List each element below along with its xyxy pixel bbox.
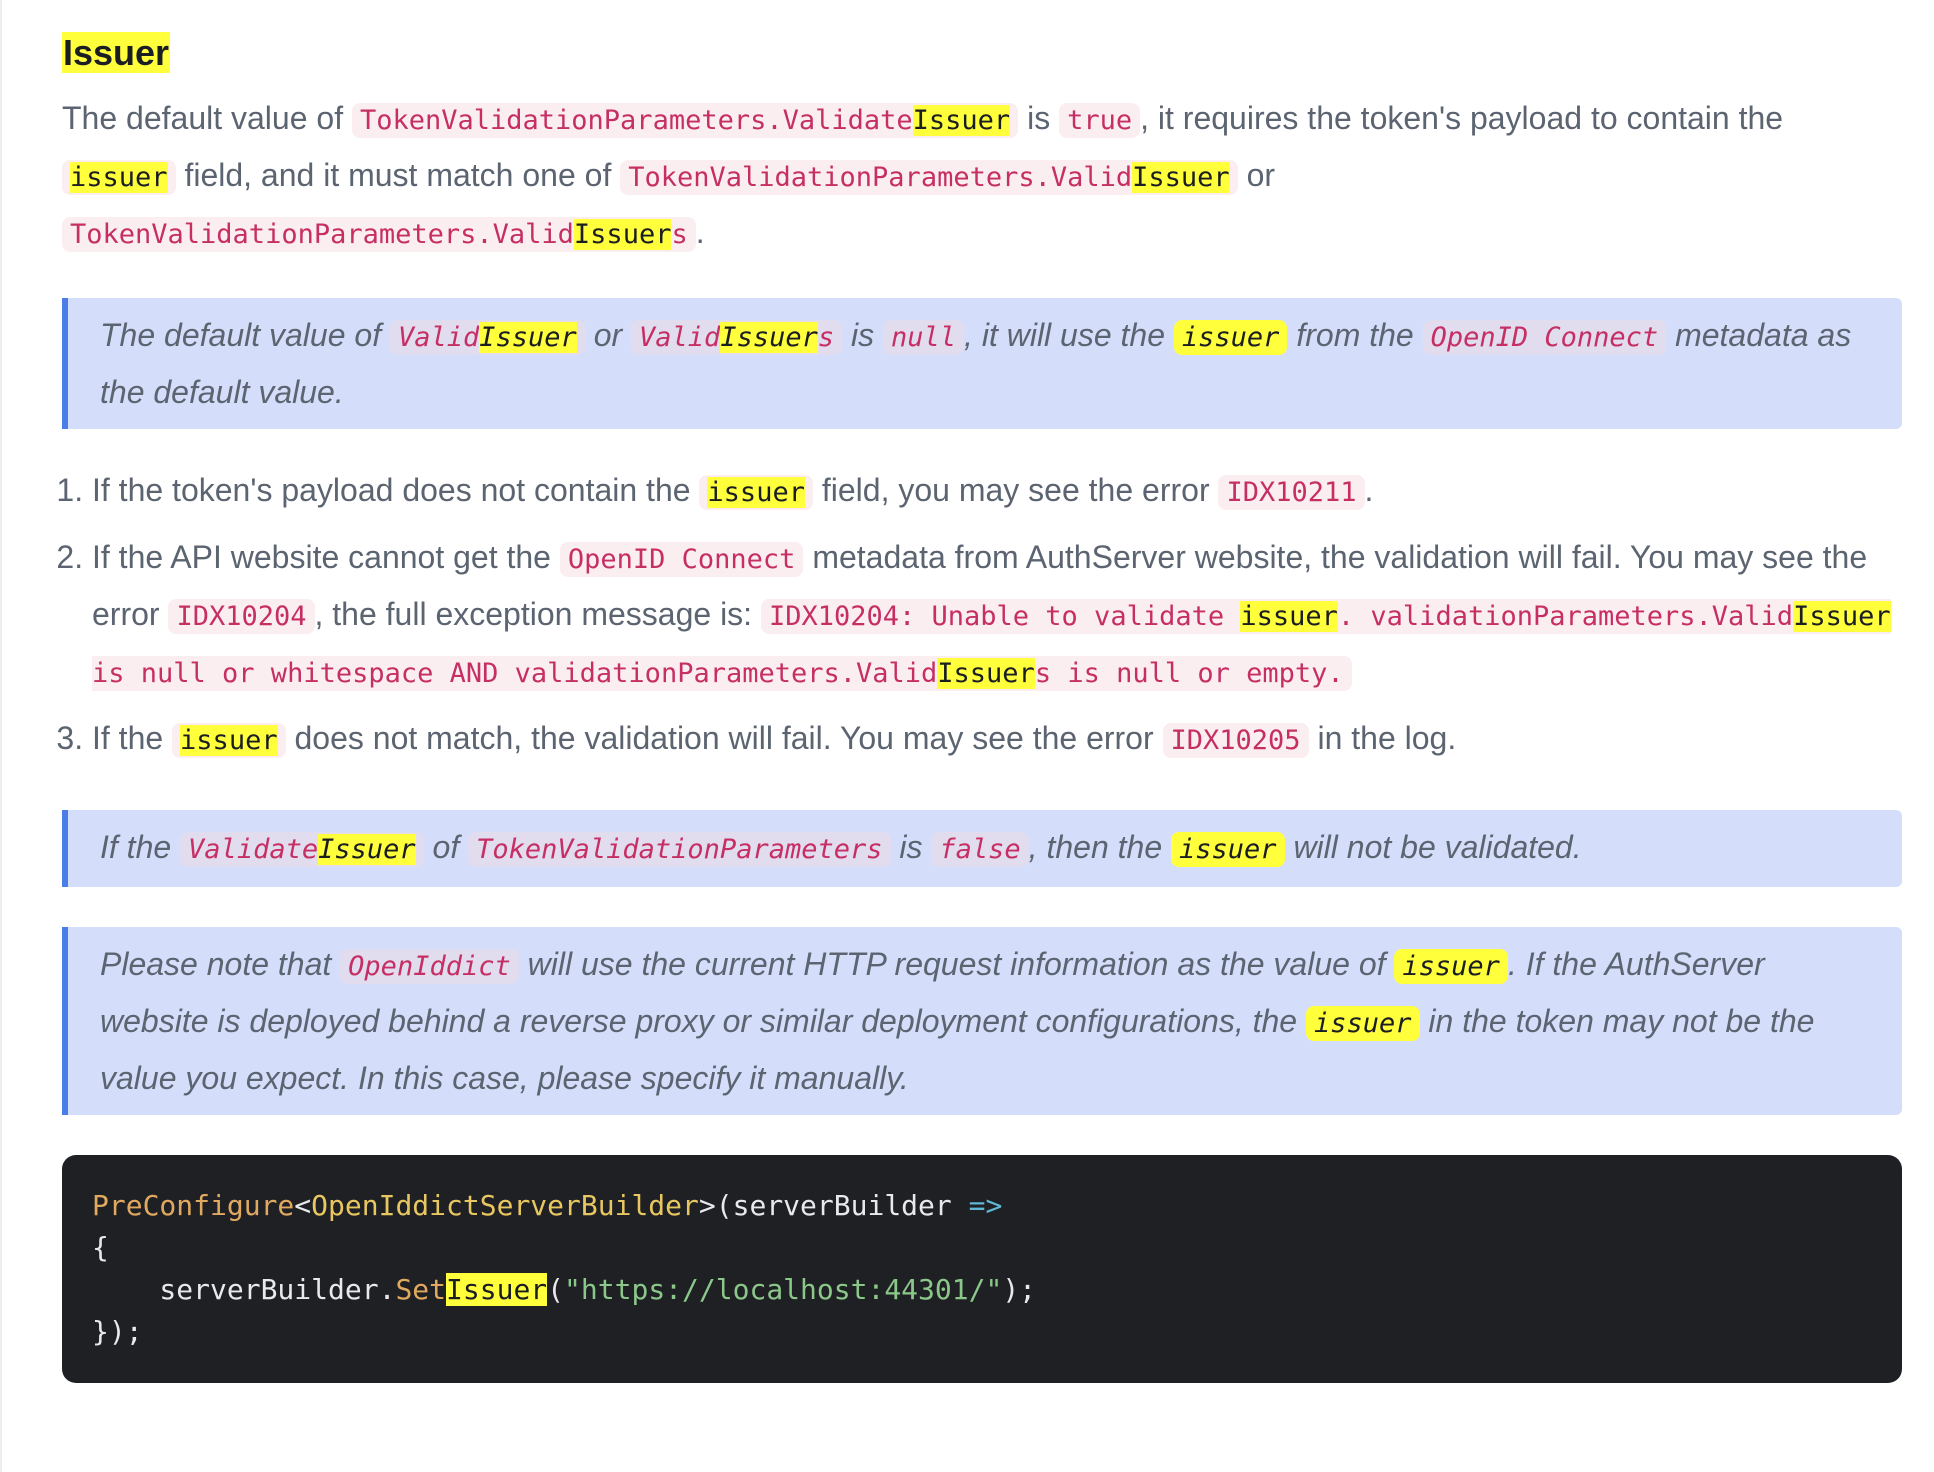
inline-code: ValidIssuers xyxy=(631,320,843,355)
inline-code: issuer xyxy=(1394,949,1508,984)
inline-code: issuer xyxy=(1171,832,1285,867)
search-highlight: Issuer xyxy=(720,322,818,353)
text: or xyxy=(1237,157,1276,193)
search-highlight: Issuer xyxy=(318,834,416,865)
search-highlight: Issuer xyxy=(573,219,672,250)
error-steps-list: If the token's payload does not contain … xyxy=(62,463,1902,768)
inline-code: IDX10211 xyxy=(1218,475,1365,510)
search-highlight: Issuer xyxy=(446,1273,548,1306)
text: . xyxy=(695,214,705,250)
list-item: If the API website cannot get the OpenID… xyxy=(92,530,1902,701)
code-block-csharp[interactable]: PreConfigure<OpenIddictServerBuilder>(se… xyxy=(62,1155,1902,1383)
search-highlight: Issuer xyxy=(479,322,577,353)
code-token: PreConfigure xyxy=(92,1189,295,1222)
search-highlight: Issuer xyxy=(1132,162,1230,193)
search-highlight: Issuer xyxy=(1793,601,1891,632)
inline-code: issuer xyxy=(1305,1006,1420,1041)
list-item: If the token's payload does not contain … xyxy=(92,463,1902,520)
code-token: Set xyxy=(395,1273,447,1306)
left-border xyxy=(0,0,2,1472)
inline-code: TokenValidationParameters.ValidIssuers xyxy=(62,217,696,252)
inline-code: false xyxy=(931,832,1029,867)
search-highlight: Issuer xyxy=(912,105,1011,136)
inline-code: TokenValidationParameters.ValidIssuer xyxy=(620,160,1238,195)
inline-code: issuer xyxy=(62,160,176,195)
inline-code: ValidateIssuer xyxy=(180,832,424,867)
note-callout-validate-issuer-false: If the ValidateIssuer of TokenValidation… xyxy=(62,810,1902,887)
text: The default value of xyxy=(62,100,352,136)
list-item: If the issuer does not match, the valida… xyxy=(92,711,1902,768)
search-highlight: Issuer xyxy=(937,658,1035,689)
text: , it requires the token's payload to con… xyxy=(1140,100,1784,136)
inline-code: OpenIddict xyxy=(340,949,519,984)
inline-code: null xyxy=(883,320,965,355)
note-callout-default-issuer: The default value of ValidIssuer or Vali… xyxy=(62,298,1902,429)
section-title-issuer: Issuer xyxy=(62,30,1902,75)
search-highlight: issuer xyxy=(180,725,278,756)
note-callout-openiddict-issuer: Please note that OpenIddict will use the… xyxy=(62,927,1902,1115)
inline-code: true xyxy=(1059,103,1141,138)
code-token: "https://localhost:44301/" xyxy=(564,1273,1003,1306)
code-token: => xyxy=(968,1189,1003,1222)
code-token: OpenIddictServerBuilder xyxy=(311,1189,699,1222)
inline-code: TokenValidationParameters.ValidateIssuer xyxy=(351,103,1019,138)
text: field, and it must match one of xyxy=(175,157,621,193)
search-highlight: Issuer xyxy=(62,32,171,73)
search-highlight: issuer xyxy=(707,477,805,508)
inline-code: ValidIssuer xyxy=(389,320,585,355)
inline-code: OpenID Connect xyxy=(1422,320,1667,355)
inline-code: IDX10205 xyxy=(1162,723,1309,758)
inline-code: TokenValidationParameters xyxy=(468,832,891,867)
inline-code: issuer xyxy=(699,475,813,510)
inline-code: issuer xyxy=(1173,320,1288,355)
inline-code: issuer xyxy=(172,723,286,758)
search-highlight: issuer xyxy=(1240,601,1338,632)
inline-code: OpenID Connect xyxy=(559,542,804,577)
text: is xyxy=(1018,100,1060,136)
intro-paragraph: The default value of TokenValidationPara… xyxy=(62,91,1902,262)
search-highlight: issuer xyxy=(70,162,168,193)
doc-content: Issuer The default value of TokenValidat… xyxy=(62,30,1902,1383)
inline-code: IDX10204 xyxy=(168,599,315,634)
